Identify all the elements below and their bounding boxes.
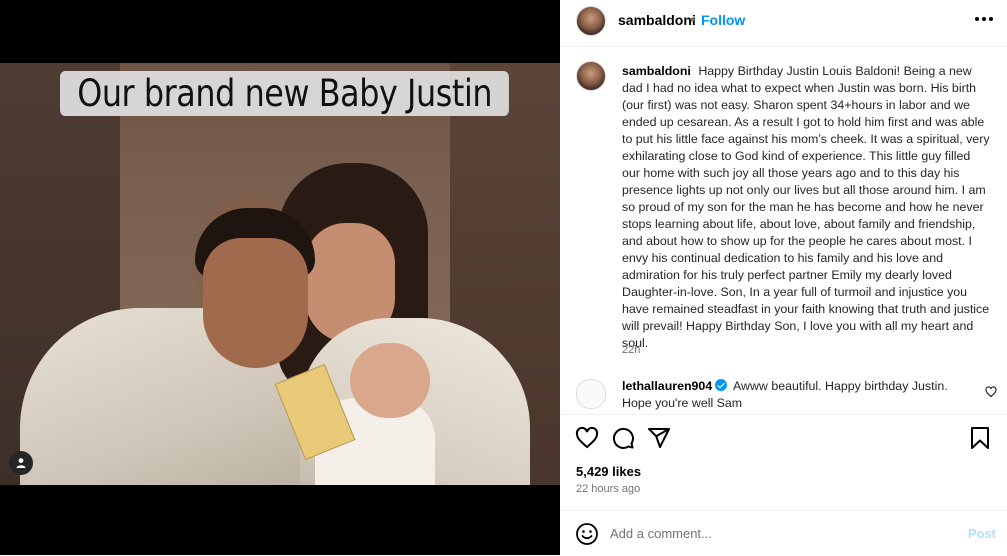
emoji-icon[interactable] bbox=[575, 522, 599, 551]
bookmark-icon[interactable] bbox=[967, 425, 993, 451]
comment-item: lethallauren904 Awww beautiful. Happy bi… bbox=[622, 378, 952, 412]
post-caption: sambaldoni Happy Birthday Justin Louis B… bbox=[622, 63, 990, 352]
more-options-icon[interactable] bbox=[975, 17, 993, 21]
post-comment-button[interactable]: Post bbox=[968, 526, 996, 541]
heart-icon[interactable] bbox=[574, 425, 600, 451]
photo-figure-man-face bbox=[203, 238, 308, 368]
header-separator: • bbox=[690, 11, 695, 27]
caption-author-avatar[interactable] bbox=[576, 61, 606, 91]
likes-count[interactable]: 5,429 likes bbox=[576, 464, 641, 479]
comment-input[interactable] bbox=[610, 523, 930, 543]
post-header: sambaldoni • Follow bbox=[560, 0, 1007, 47]
author-username[interactable]: sambaldoni bbox=[618, 12, 696, 28]
verified-badge-icon bbox=[715, 379, 728, 391]
comment-icon[interactable] bbox=[610, 425, 636, 451]
author-avatar[interactable] bbox=[576, 6, 606, 36]
post-timestamp[interactable]: 22 hours ago bbox=[576, 483, 640, 495]
follow-button[interactable]: Follow bbox=[701, 12, 745, 28]
commenter-username[interactable]: lethallauren904 bbox=[622, 379, 712, 393]
caption-username[interactable]: sambaldoni bbox=[622, 64, 691, 78]
post-photo[interactable]: Our brand new Baby Justin bbox=[0, 63, 560, 485]
photo-figure-baby-head bbox=[350, 343, 430, 418]
photo-overlay-caption: Our brand new Baby Justin bbox=[60, 71, 510, 116]
comments-section[interactable]: sambaldoni Happy Birthday Justin Louis B… bbox=[560, 47, 1007, 415]
share-icon[interactable] bbox=[646, 425, 672, 451]
add-comment-bar: Post bbox=[560, 510, 1007, 556]
caption-timestamp[interactable]: 22h bbox=[622, 344, 640, 356]
caption-text: Happy Birthday Justin Louis Baldoni! Bei… bbox=[622, 64, 990, 350]
comment-like-heart-icon[interactable] bbox=[985, 385, 997, 403]
post-side-panel: sambaldoni • Follow sambaldoni Happy Bir… bbox=[560, 0, 1007, 555]
post-actions bbox=[560, 425, 1007, 455]
commenter-avatar[interactable] bbox=[576, 379, 606, 409]
post-media[interactable]: Our brand new Baby Justin bbox=[0, 0, 560, 555]
person-tag-icon[interactable] bbox=[9, 451, 33, 475]
